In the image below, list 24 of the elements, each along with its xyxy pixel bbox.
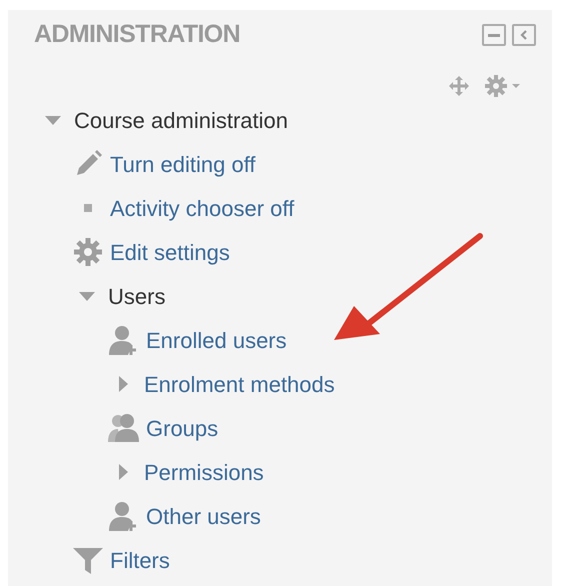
tree-link[interactable]: Activity chooser off [110,192,294,224]
tree-branch-label[interactable]: Course administration [74,104,288,136]
tree-link[interactable]: Other users [146,500,261,532]
settings-menu-icon[interactable] [484,74,522,98]
square-bullet-icon [84,204,92,212]
tree-link[interactable]: Enrolment methods [144,368,335,400]
chevron-left-icon [519,29,529,41]
collapsed-arrow-icon[interactable] [117,463,129,481]
tree-link[interactable]: Enrolled users [146,324,287,356]
collapsed-arrow-icon[interactable] [117,375,129,393]
expanded-arrow-icon[interactable] [78,290,96,302]
block-title: ADMINISTRATION [34,19,240,50]
expanded-arrow-icon[interactable] [44,114,62,126]
tree-link[interactable]: Filters [110,544,170,576]
tree-branch-label[interactable]: Users [108,280,166,312]
group-icon [108,412,140,444]
tree-link[interactable]: Groups [146,412,218,444]
tree-link[interactable]: Edit settings [110,236,230,268]
move-icon[interactable] [448,75,470,97]
minimize-button[interactable] [482,24,506,46]
gear-icon [73,237,103,267]
tree-link[interactable]: Permissions [144,456,264,488]
tree-link[interactable]: Turn editing off [110,148,256,180]
dock-button[interactable] [512,24,536,46]
